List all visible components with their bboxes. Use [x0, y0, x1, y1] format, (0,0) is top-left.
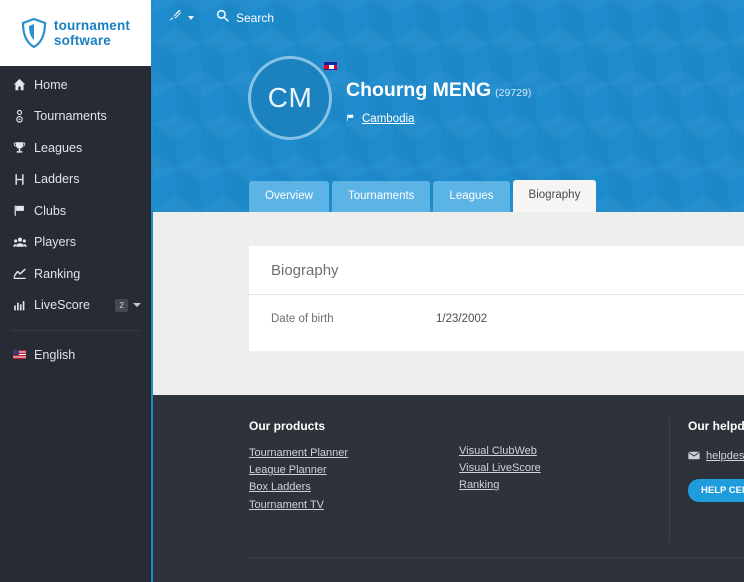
sidebar-divider [11, 330, 140, 331]
sidebar-label-leagues: Leagues [34, 140, 83, 155]
chevron-down-icon[interactable] [133, 303, 141, 308]
trophy-icon [13, 141, 34, 154]
chevron-down-icon [188, 16, 194, 20]
livescore-badge: 2 [115, 298, 128, 312]
sidebar-label-ladders: Ladders [34, 172, 80, 187]
tab-overview[interactable]: Overview [249, 181, 329, 212]
sidebar-label-language: English [34, 347, 76, 362]
footer-products-col2: Visual ClubWeb Visual LiveScore Ranking [459, 419, 669, 541]
biography-card-header: Biography [249, 246, 744, 295]
sidebar: tournament software Home Tournaments Lea… [0, 0, 153, 582]
footer-products: Our products Tournament Planner League P… [249, 419, 669, 541]
sidebar-label-clubs: Clubs [34, 203, 67, 218]
search-label: Search [236, 11, 275, 25]
sidebar-label-ranking: Ranking [34, 266, 81, 281]
footer-link-visual-livescore[interactable]: Visual LiveScore [459, 462, 669, 474]
site-footer: Our products Tournament Planner League P… [153, 395, 744, 582]
sport-selector[interactable] [167, 8, 194, 28]
brand-name: tournament software [54, 18, 130, 48]
envelope-icon [688, 447, 700, 465]
sidebar-item-language[interactable]: English [0, 339, 151, 371]
app-root: tournament software Home Tournaments Lea… [0, 0, 744, 582]
livescore-bars-icon [13, 299, 34, 312]
page-title: Chourng MENG [346, 79, 492, 101]
shield-icon [21, 17, 47, 49]
footer-helpdesk-email[interactable]: helpdesk@tou [706, 450, 744, 462]
footer-link-visual-clubweb[interactable]: Visual ClubWeb [459, 445, 669, 457]
shuttlecock-icon [167, 8, 182, 28]
medal-icon [13, 109, 34, 123]
profile-info: Chourng MENG (29729) Cambodia [346, 56, 531, 128]
us-flag-icon [13, 350, 34, 360]
avatar-initials: CM [248, 56, 332, 140]
profile-tabs: Overview Tournaments Leagues Biography [249, 180, 597, 212]
player-name-row: Chourng MENG (29729) [346, 79, 531, 102]
ladder-icon [13, 173, 34, 186]
sidebar-item-ladders[interactable]: Ladders [0, 164, 151, 196]
sidebar-label-players: Players [34, 235, 76, 250]
sidebar-item-players[interactable]: Players [0, 227, 151, 259]
footer-products-col1: Our products Tournament Planner League P… [249, 419, 459, 541]
avatar[interactable]: CM [248, 56, 338, 140]
footer-link-tournament-tv[interactable]: Tournament TV [249, 499, 459, 511]
sidebar-item-clubs[interactable]: Clubs [0, 195, 151, 227]
footer-products-title: Our products [249, 419, 326, 433]
home-icon [13, 78, 34, 91]
sidebar-item-tournaments[interactable]: Tournaments [0, 101, 151, 133]
biography-card: Biography Date of birth 1/23/2002 [249, 246, 744, 351]
footer-columns: Our products Tournament Planner League P… [249, 419, 744, 541]
top-bar: Search [153, 0, 744, 36]
help-center-button[interactable]: HELP CENTER [688, 479, 744, 502]
footer-helpdesk: Our helpdesk helpdesk@tou HELP CENTER [669, 419, 744, 541]
date-of-birth-value: 1/23/2002 [436, 313, 488, 325]
sidebar-item-livescore[interactable]: LiveScore 2 [0, 290, 151, 322]
cambodia-flag-icon [323, 61, 338, 71]
sidebar-item-ranking[interactable]: Ranking [0, 258, 151, 290]
footer-email-row: helpdesk@tou [688, 447, 744, 465]
flag-icon [346, 110, 356, 128]
profile-hero: Search CM Chourng MENG (29729) Cambodia … [153, 0, 744, 212]
footer-link-box-ladders[interactable]: Box Ladders [249, 481, 459, 493]
date-of-birth-label: Date of birth [271, 313, 334, 325]
biography-card-title: Biography [271, 262, 339, 279]
footer-helpdesk-title: Our helpdesk [688, 419, 744, 433]
sidebar-item-leagues[interactable]: Leagues [0, 132, 151, 164]
tab-tournaments[interactable]: Tournaments [331, 181, 431, 212]
search-button[interactable]: Search [216, 9, 274, 27]
sidebar-item-home[interactable]: Home [0, 69, 151, 101]
brand-logo[interactable]: tournament software [0, 0, 151, 66]
footer-link-tournament-planner[interactable]: Tournament Planner [249, 447, 459, 459]
sidebar-nav: Home Tournaments Leagues Ladders Clubs P… [0, 66, 151, 371]
sidebar-label-home: Home [34, 77, 68, 92]
search-icon [216, 9, 229, 27]
biography-card-body: Date of birth 1/23/2002 [249, 295, 744, 351]
brand-line-1: tournament [53, 17, 131, 33]
profile-header: CM Chourng MENG (29729) Cambodia [153, 56, 744, 140]
content-area: Biography Date of birth 1/23/2002 [153, 212, 744, 395]
users-icon [13, 236, 34, 249]
sidebar-label-livescore: LiveScore [34, 298, 91, 313]
main-area: Search CM Chourng MENG (29729) Cambodia … [153, 0, 744, 582]
footer-link-ranking[interactable]: Ranking [459, 479, 669, 491]
tab-biography[interactable]: Biography [512, 180, 597, 212]
footer-divider [249, 557, 744, 558]
chart-line-icon [13, 267, 34, 280]
country-link[interactable]: Cambodia [362, 113, 414, 125]
flag-icon [13, 204, 34, 217]
footer-link-league-planner[interactable]: League Planner [249, 464, 459, 476]
player-country: Cambodia [346, 110, 531, 128]
player-id: (29729) [495, 87, 532, 99]
brand-line-2: software [53, 33, 111, 48]
sidebar-label-tournaments: Tournaments [34, 109, 107, 124]
tab-leagues[interactable]: Leagues [433, 181, 510, 212]
